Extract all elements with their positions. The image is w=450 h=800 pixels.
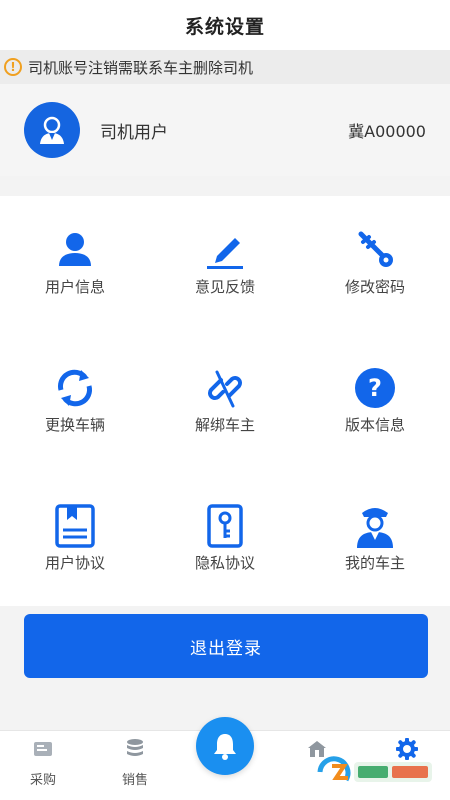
watermark-logo <box>316 752 444 792</box>
menu-version-info[interactable]: ? 版本信息 <box>300 334 450 470</box>
tab-purchase[interactable]: 采购 <box>8 731 78 800</box>
menu-grid: 用户信息 意见反馈 修改密码 更换车辆 解绑车主 ? 版本信息 用户协议 隐私协… <box>0 196 450 606</box>
watermark-icon <box>317 756 432 782</box>
header: 系统设置 <box>0 0 450 50</box>
tab-label: 采购 <box>29 773 56 788</box>
user-icon <box>53 228 97 272</box>
menu-user-info[interactable]: 用户信息 <box>0 196 150 332</box>
tab-sales[interactable]: 销售 <box>100 731 170 800</box>
notification-button[interactable] <box>196 717 254 775</box>
menu-label: 我的车主 <box>344 554 405 572</box>
notice-bar: ! 司机账号注销需联系车主删除司机 <box>0 50 450 84</box>
menu-label: 解绑车主 <box>194 416 255 434</box>
menu-privacy-agreement[interactable]: 隐私协议 <box>150 472 300 608</box>
menu-change-vehicle[interactable]: 更换车辆 <box>0 334 150 470</box>
avatar <box>24 102 80 158</box>
menu-change-password[interactable]: 修改密码 <box>300 196 450 332</box>
plate-number: 冀A00000 <box>348 122 426 141</box>
user-name: 司机用户 <box>100 122 168 143</box>
menu-unbind-owner[interactable]: 解绑车主 <box>150 334 300 470</box>
bell-icon <box>214 734 236 760</box>
key-icon <box>353 228 397 272</box>
user-card[interactable]: 司机用户 冀A00000 <box>0 84 450 176</box>
menu-label: 用户协议 <box>44 554 105 572</box>
notice-text: 司机账号注销需联系车主删除司机 <box>28 58 254 77</box>
menu-my-owner[interactable]: 我的车主 <box>300 472 450 608</box>
driver-icon <box>353 504 397 548</box>
menu-user-agreement[interactable]: 用户协议 <box>0 472 150 608</box>
menu-label: 隐私协议 <box>194 554 255 572</box>
logout-section: 退出登录 <box>0 606 450 730</box>
question-icon: ? <box>353 366 397 410</box>
menu-label: 意见反馈 <box>194 278 255 296</box>
menu-label: 版本信息 <box>344 416 405 434</box>
driver-avatar-icon <box>40 116 64 144</box>
warning-icon: ! <box>4 58 22 76</box>
unlink-icon <box>203 366 247 410</box>
svg-text:?: ? <box>368 374 382 402</box>
tab-label: 销售 <box>121 773 148 788</box>
database-icon <box>123 737 147 761</box>
menu-label: 修改密码 <box>344 278 405 296</box>
menu-label: 用户信息 <box>44 278 105 296</box>
lock-key-icon <box>203 504 247 548</box>
purchase-icon <box>31 737 55 761</box>
refresh-icon <box>53 366 97 410</box>
logout-button[interactable]: 退出登录 <box>24 614 428 678</box>
book-icon <box>53 504 97 548</box>
menu-feedback[interactable]: 意见反馈 <box>150 196 300 332</box>
menu-label: 更换车辆 <box>44 416 105 434</box>
page-title: 系统设置 <box>184 15 265 38</box>
pencil-icon <box>203 228 247 272</box>
